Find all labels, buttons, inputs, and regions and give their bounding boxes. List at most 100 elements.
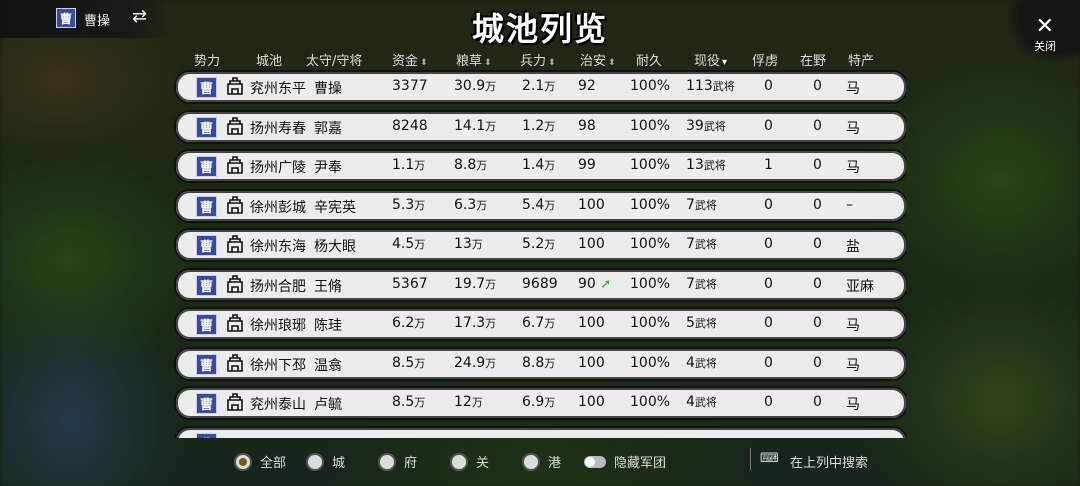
food-value: 6.3 xyxy=(454,196,477,213)
table-row[interactable]: 曹徐州东海 杨大眼 4.5万 13万 5.2万 100 100% 7武将 0 0 盐 xyxy=(174,228,906,262)
table-row[interactable]: 曹徐州下邳 温翕 8.5万 24.9万 8.8万 100 100% 4武将 0 0 马 xyxy=(174,346,906,381)
table-row[interactable]: 曹徐州彭城 辛宪英 5.3万 6.3万 5.4万 100 100% 7武将 0 0– xyxy=(174,188,906,223)
troops-unit: 万 xyxy=(544,238,556,251)
public-order: 100 xyxy=(578,197,605,213)
filter-radio[interactable]: 全部 xyxy=(234,452,286,471)
table-row[interactable]: 曹扬州寿春 郭嘉 8248 14.1万 1.2万 98 100% 39武将 0 0 马 xyxy=(174,109,906,144)
troops: 2.1万 xyxy=(522,78,555,94)
troops-unit: 万 xyxy=(544,119,556,133)
gold-value: 5367 xyxy=(392,275,428,292)
radio-unchecked-icon[interactable] xyxy=(450,452,468,471)
public-order: 90 ➚ xyxy=(578,276,611,292)
column-header[interactable]: 兵力 ⬍ xyxy=(520,50,556,69)
toggle-switch-icon[interactable] xyxy=(584,455,606,468)
wild-generals: 0 xyxy=(813,197,822,213)
governor-name: 杨大眼 xyxy=(314,236,356,256)
gold-value: 3377 xyxy=(392,78,428,94)
specialty-value: 马 xyxy=(846,397,860,413)
wild-generals: 0 xyxy=(813,315,822,331)
specialty-value: 马 xyxy=(846,160,860,176)
filter-radio[interactable]: 城 xyxy=(306,452,345,471)
filter-radio[interactable]: 港 xyxy=(522,452,561,471)
faction-seal-icon: 曹 xyxy=(196,156,217,177)
governor-name-value: 陈珪 xyxy=(314,318,342,334)
column-header-label: 耐久 xyxy=(636,54,663,69)
radio-checked-icon[interactable] xyxy=(234,452,252,471)
city-name: 扬州寿春 xyxy=(250,118,306,138)
wild-generals: 0 xyxy=(813,355,822,371)
gold-unit: 万 xyxy=(414,396,426,409)
column-header[interactable]: 资金 ⬍ xyxy=(392,50,428,69)
sort-icon[interactable]: ⬍ xyxy=(484,58,492,68)
captives: 0 xyxy=(764,197,773,213)
gold-value: 1.1 xyxy=(392,157,415,173)
filter-radio[interactable]: 府 xyxy=(378,452,417,471)
city-name: 扬州广陵 xyxy=(250,157,306,177)
table-row[interactable]: 曹扬州广陵 尹奉 1.1万 8.8万 1.4万 99 100% 13武将 1 0 马 xyxy=(174,149,906,183)
column-header: 在野 xyxy=(800,50,826,69)
governor-name: 郭嘉 xyxy=(314,118,342,138)
city-name-value: 徐州彭城 xyxy=(250,199,306,216)
city-fort-icon xyxy=(226,274,244,294)
table-row[interactable]: 曹兖州泰山 卢毓 8.5万 12万 6.9万 100 100% 4武将 0 0 马 xyxy=(174,386,906,420)
table-row[interactable]: 曹兖州东平 曹操 3377 30.9万 2.1万 92 100% 113武将 0 0 马 xyxy=(174,70,906,104)
filter-radio[interactable]: 关 xyxy=(450,452,489,471)
captives: 0 xyxy=(764,394,773,410)
faction-seal-icon: 曹 xyxy=(196,235,217,256)
specialty-value: 马 xyxy=(846,81,860,97)
active-generals: 13武将 xyxy=(686,157,726,173)
food-unit: 万 xyxy=(485,317,497,330)
active-generals-value: 5 xyxy=(686,315,695,331)
durability-value: 100% xyxy=(630,117,671,134)
public-order-value: 90 xyxy=(578,275,596,292)
sort-icon[interactable]: ⬍ xyxy=(608,58,616,68)
specialty-value: 马 xyxy=(846,318,860,334)
search-button[interactable]: 在上列中搜索 xyxy=(790,452,868,471)
specialty: 马 xyxy=(846,118,860,138)
table-row[interactable]: 曹徐州琅琊 陈珪 6.2万 17.3万 6.7万 100 100% 5武将 0 0 马 xyxy=(174,307,906,341)
keyboard-search-icon[interactable]: ⌨ xyxy=(760,451,779,466)
wild-generals: 0 xyxy=(813,118,822,134)
city-fort-icon xyxy=(226,353,244,373)
city-fort-icon xyxy=(226,116,244,136)
column-header[interactable]: 粮草 ⬍ xyxy=(456,50,492,69)
page-title: 城池列览 xyxy=(471,10,608,48)
active-generals-unit: 武将 xyxy=(712,80,735,93)
close-icon[interactable]: ✕ xyxy=(1036,14,1054,39)
gold-value: 8248 xyxy=(392,117,428,134)
table-row[interactable]: 曹 扬州合肥 王脩 5367 19.7万 9689 90 ➚ 100% 7武将 0 0 亚麻 xyxy=(174,267,906,302)
column-header[interactable]: 治安 ⬍ xyxy=(580,50,616,69)
table-row-partial[interactable]: 曹 xyxy=(174,425,906,438)
durability-value: 100% xyxy=(630,236,671,252)
city-name-value: 徐州东海 xyxy=(250,239,306,255)
durability-value: 100% xyxy=(630,196,671,213)
radio-unchecked-icon[interactable] xyxy=(306,452,324,471)
wild-generals: 0 xyxy=(813,157,822,173)
hide-army-toggle[interactable]: 隐藏军团 xyxy=(584,452,666,471)
captives-value: 0 xyxy=(764,275,773,292)
food: 14.1万 xyxy=(454,118,496,134)
specialty: 盐 xyxy=(846,236,860,256)
radio-unchecked-icon[interactable] xyxy=(522,452,540,471)
food-value: 24.9 xyxy=(454,354,486,371)
close-button[interactable]: ✕ 关闭 xyxy=(1008,0,1080,62)
governor-name-value: 郭嘉 xyxy=(314,120,342,137)
city-list[interactable]: 曹兖州东平 曹操 3377 30.9万 2.1万 92 100% 113武将 0 0 马曹 扬州寿春郭… xyxy=(174,70,906,438)
gold-unit: 万 xyxy=(414,159,426,172)
troops-value: 6.7 xyxy=(522,315,545,331)
column-header-label: 兵力 xyxy=(520,54,547,69)
sort-icon[interactable]: ⬍ xyxy=(548,58,556,68)
sort-desc-icon[interactable]: ▾ xyxy=(722,57,727,68)
sort-icon[interactable]: ⬍ xyxy=(420,58,428,68)
radio-unchecked-icon[interactable] xyxy=(378,452,396,471)
specialty-value: 马 xyxy=(846,357,860,374)
durability-value: 100% xyxy=(630,354,671,371)
faction-seal-icon: 曹 xyxy=(196,195,217,217)
troops-value: 8.8 xyxy=(522,354,545,371)
governor-name: 卢毓 xyxy=(314,394,342,414)
public-order: 98 xyxy=(578,118,596,134)
active-generals-value: 39 xyxy=(686,117,704,134)
column-header[interactable]: 现役 ▾ xyxy=(694,50,727,69)
gold: 4.5万 xyxy=(392,236,425,252)
wild-generals-value: 0 xyxy=(813,354,822,371)
